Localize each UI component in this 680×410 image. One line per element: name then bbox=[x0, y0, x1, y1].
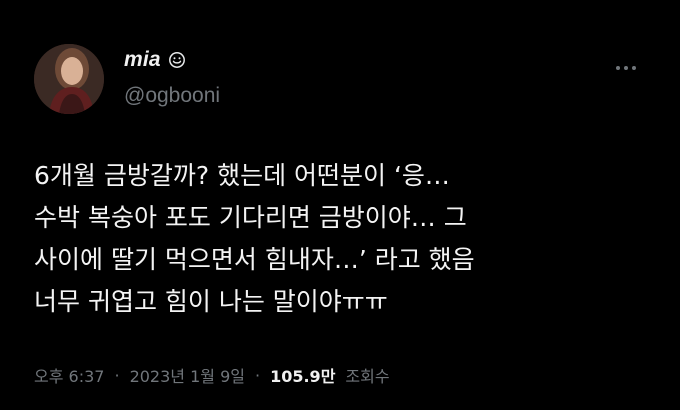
tweet-card: mia @ogbooni 6개월 금방갈까? 했는데 어떤분이 ‘응… 수박 복… bbox=[0, 0, 680, 410]
more-horizontal-icon bbox=[632, 66, 636, 70]
meta-separator: · bbox=[114, 365, 120, 385]
user-handle[interactable]: @ogbooni bbox=[124, 84, 220, 108]
meta-separator: · bbox=[254, 365, 261, 385]
tweet-date[interactable]: 2023년 1월 9일 bbox=[130, 363, 245, 387]
tweet-meta: 오후 6:37 · 2023년 1월 9일 · 105.9만 조회수 bbox=[34, 363, 390, 387]
smiley-icon bbox=[168, 51, 186, 69]
views-label: 조회수 bbox=[345, 367, 390, 386]
author-name-row: mia bbox=[124, 48, 186, 72]
avatar[interactable] bbox=[34, 44, 104, 114]
views-count: 105.9만 bbox=[270, 367, 336, 386]
tweet-text-line: 수박 복숭아 포도 기다리면 금방이야… 그 bbox=[34, 203, 467, 232]
tweet-text-line: 사이에 딸기 먹으면서 힘내자…’ 라고 했음 bbox=[34, 245, 475, 274]
more-horizontal-icon bbox=[624, 66, 628, 70]
tweet-text-line: 6개월 금방갈까? 했는데 어떤분이 ‘응… bbox=[34, 161, 450, 190]
display-name[interactable]: mia bbox=[124, 48, 161, 72]
tweet-text-line: 너무 귀엽고 힘이 나는 말이야ㅠㅠ bbox=[34, 287, 388, 316]
more-horizontal-icon bbox=[616, 66, 620, 70]
tweet-text: 6개월 금방갈까? 했는데 어떤분이 ‘응… 수박 복숭아 포도 기다리면 금방… bbox=[34, 155, 654, 323]
avatar-image bbox=[34, 44, 104, 114]
more-options-button[interactable] bbox=[610, 58, 642, 78]
tweet-time[interactable]: 오후 6:37 bbox=[34, 363, 104, 387]
